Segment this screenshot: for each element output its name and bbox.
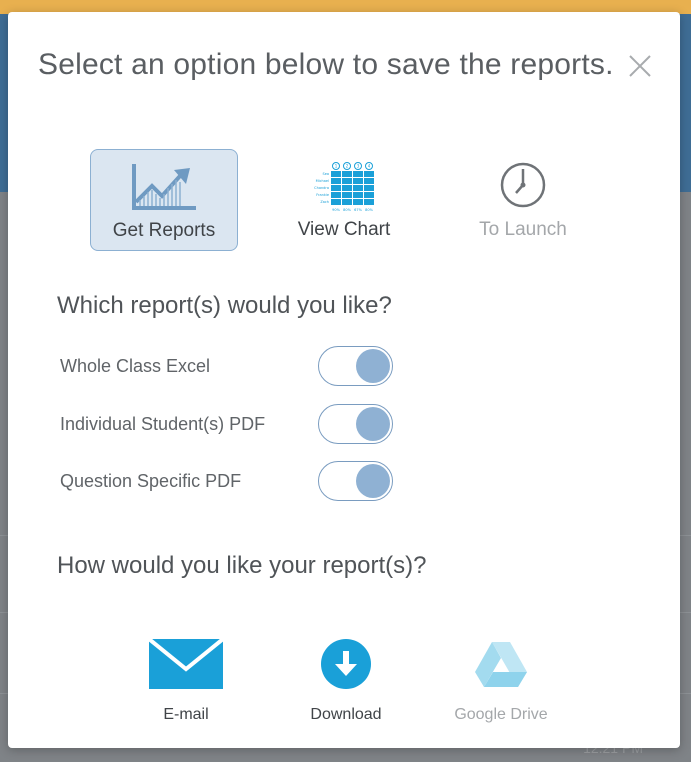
option-label-whole-class-excel: Whole Class Excel <box>60 356 211 376</box>
trend-chart-icon <box>130 162 198 217</box>
save-reports-dialog: Select an option below to save the repor… <box>8 12 680 748</box>
download-label: Download <box>310 706 382 723</box>
toggle-individual-student-pdf[interactable] <box>318 404 393 444</box>
tab-label: To Launch <box>479 219 567 240</box>
google-drive-icon <box>445 636 557 692</box>
toggle-knob <box>356 407 390 441</box>
option-label-question-specific-pdf: Question Specific PDF <box>60 471 242 491</box>
background-header-right <box>679 14 691 192</box>
svg-text:3: 3 <box>357 164 360 169</box>
toggle-knob <box>356 349 390 383</box>
svg-text:1: 1 <box>335 164 338 169</box>
toggle-question-specific-pdf[interactable] <box>318 461 393 501</box>
tab-to-launch[interactable]: To Launch <box>449 149 597 251</box>
dialog-title: Select an option below to save the repor… <box>38 48 614 81</box>
close-icon <box>629 55 651 77</box>
reports-heading: Which report(s) would you like? <box>57 292 392 319</box>
toggle-knob <box>356 464 390 498</box>
download-icon <box>298 636 394 692</box>
email-button[interactable]: E-mail <box>148 636 224 724</box>
envelope-icon <box>148 636 224 692</box>
tab-label: View Chart <box>297 219 391 240</box>
delivery-heading: How would you like your report(s)? <box>57 552 427 579</box>
svg-text:Michael: Michael <box>316 179 329 183</box>
grid-chart-icon: 1 2 3 4 Sea Michael Chandra Frankie Zach <box>306 161 382 218</box>
svg-text:Chandra: Chandra <box>314 186 329 190</box>
clock-icon <box>499 161 547 214</box>
svg-text:80%: 80% <box>365 208 373 212</box>
toggle-whole-class-excel[interactable] <box>318 346 393 386</box>
download-button[interactable]: Download <box>298 636 394 724</box>
svg-text:Sea: Sea <box>322 172 329 176</box>
svg-text:80%: 80% <box>343 208 351 212</box>
email-label: E-mail <box>163 706 209 723</box>
close-button[interactable] <box>626 52 654 80</box>
option-label-individual-student-pdf: Individual Student(s) PDF <box>60 414 266 434</box>
svg-text:Frankie: Frankie <box>316 193 329 197</box>
svg-text:67%: 67% <box>354 208 362 212</box>
tab-get-reports[interactable]: Get Reports <box>90 149 238 251</box>
tab-view-chart[interactable]: 1 2 3 4 Sea Michael Chandra Frankie Zach <box>270 149 418 251</box>
svg-text:Zach: Zach <box>320 200 329 204</box>
svg-text:2: 2 <box>346 164 349 169</box>
svg-text:4: 4 <box>368 164 371 169</box>
svg-text:90%: 90% <box>332 208 340 212</box>
google-drive-button[interactable]: Google Drive <box>445 636 557 724</box>
google-drive-label: Google Drive <box>454 706 548 723</box>
tab-label: Get Reports <box>112 220 216 241</box>
